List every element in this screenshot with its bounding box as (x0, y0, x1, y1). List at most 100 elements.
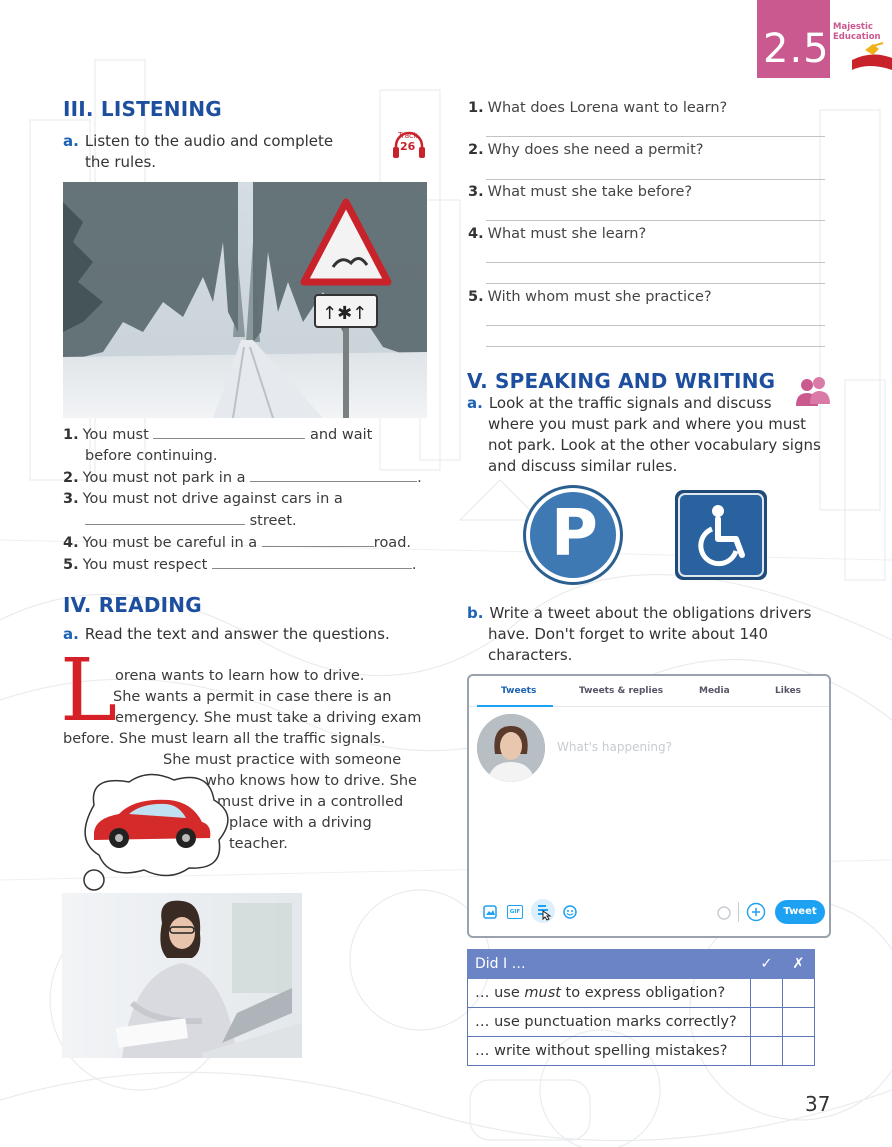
question-number: 5. (468, 289, 484, 305)
question-text: What must she take before? (487, 184, 693, 200)
instruction-line: the rules. (85, 153, 157, 171)
track-label: Track (398, 131, 418, 140)
answer-line[interactable] (486, 283, 825, 284)
blank-field[interactable] (250, 467, 418, 482)
question-text: With whom must she practice? (487, 289, 712, 305)
tab-likes[interactable]: Likes (775, 686, 801, 696)
reading-title: IV. READING (63, 593, 202, 617)
cross-cell[interactable] (782, 1007, 815, 1037)
blank-field[interactable] (211, 554, 412, 569)
check-cell[interactable] (750, 978, 783, 1008)
rule-number: 1. (63, 427, 79, 443)
instruction-letter: a. (467, 394, 483, 412)
answer-line[interactable] (486, 262, 825, 263)
svg-text:↑✱↑: ↑✱↑ (322, 303, 367, 324)
question-item: 3. What must she take before? (468, 184, 692, 200)
rule-continuation: before continuing. (85, 448, 218, 464)
instruction-text: Look at the traffic signals and discuss (488, 394, 772, 412)
snowy-road-photo: ↑✱↑ (63, 182, 427, 418)
page-number: 37 (805, 1092, 831, 1116)
rule-text: You must (82, 427, 149, 443)
self-check-table: Did I … ✓ ✗ … use must to express obliga… (467, 949, 815, 1066)
speaking-instruction-a: a. Look at the traffic signals and discus… (467, 393, 827, 477)
rule-item: 4. You must be careful in a road. (63, 532, 433, 554)
question-number: 1. (468, 100, 484, 116)
add-tweet-icon[interactable] (746, 902, 766, 922)
character-counter-icon (717, 905, 731, 920)
blank-field[interactable] (261, 532, 374, 547)
instruction-line: and discuss similar rules. (488, 457, 678, 475)
active-tab-indicator (477, 705, 553, 707)
cross-cell[interactable] (782, 978, 815, 1008)
speaking-title: V. SPEAKING AND WRITING (467, 369, 776, 393)
blank-field[interactable] (85, 510, 245, 525)
instruction-letter: b. (467, 604, 484, 622)
question-text: What must she learn? (487, 226, 647, 242)
gif-icon[interactable]: GIF (507, 905, 523, 919)
listening-title: III. LISTENING (63, 97, 222, 121)
tab-media[interactable]: Media (699, 686, 730, 696)
checklist-item: … use must to express obligation? (467, 978, 751, 1008)
headphones-icon[interactable]: Track 26 (391, 130, 427, 160)
instruction-line: a. Look at the traffic signals and discus… (467, 393, 827, 414)
check-cell[interactable] (750, 1007, 783, 1037)
answer-line[interactable] (486, 179, 825, 180)
question-text: What does Lorena want to learn? (487, 100, 728, 116)
instruction-line: where you must park and where you must (488, 415, 807, 433)
parking-sign-icon: P (521, 483, 625, 587)
tab-tweets-replies[interactable]: Tweets & replies (579, 686, 663, 696)
cross-cell[interactable] (782, 1036, 815, 1066)
checklist-item: … write without spelling mistakes? (467, 1036, 751, 1066)
rule-text: You must respect (82, 557, 208, 573)
answer-line[interactable] (486, 220, 825, 221)
avatar[interactable] (477, 714, 545, 782)
rule-item: 5. You must respect . (63, 554, 433, 576)
emoji-icon[interactable] (563, 904, 577, 919)
instruction-letter: a. (63, 132, 79, 150)
listening-rules: 1. You must and wait before continuing. 2… (63, 424, 433, 576)
instruction-line: not park. Look at the other vocabulary s… (488, 436, 821, 454)
reading-line: She must practice with someone (163, 752, 402, 768)
disabled-parking-sign-icon (674, 489, 768, 581)
checklist-emphasis: must (524, 985, 561, 1001)
check-cell[interactable] (750, 1036, 783, 1066)
rule-text: road. (373, 535, 412, 551)
rule-number: 2. (63, 470, 79, 486)
rule-text: . (417, 470, 422, 486)
rule-text: . (411, 557, 417, 573)
checklist-row: … use punctuation marks correctly? (467, 1007, 815, 1037)
instruction-line: Listen to the audio and complete (84, 132, 334, 150)
checklist-row: … use must to express obligation? (467, 978, 815, 1008)
blank-field[interactable] (153, 424, 306, 439)
woman-writing-photo (62, 893, 302, 1058)
tweet-composer: Tweets Tweets & replies Media Likes What… (467, 674, 831, 938)
rule-text: street. (249, 513, 297, 529)
question-item: 5. With whom must she practice? (468, 289, 712, 305)
answer-line[interactable] (486, 136, 825, 137)
question-number: 3. (468, 184, 484, 200)
rule-item: 3. You must not drive against cars in a (63, 489, 433, 510)
rule-text: You must be careful in a (82, 535, 258, 551)
rule-item: 1. You must and wait (63, 424, 433, 446)
instruction-text: Write a tweet about the obligations driv… (489, 604, 812, 622)
answer-line[interactable] (486, 346, 825, 347)
unit-badge: 2.5 Majestic Education (757, 0, 892, 78)
poll-icon[interactable] (531, 899, 555, 923)
rule-item: 2. You must not park in a . (63, 467, 433, 489)
tweet-input[interactable]: What's happening? (557, 740, 672, 754)
reading-line: She wants a permit in case there is an (113, 689, 392, 705)
checklist-text: … use (475, 985, 525, 1001)
question-number: 4. (468, 226, 484, 242)
section-number: 2.5 (763, 26, 830, 72)
answer-line[interactable] (486, 325, 825, 326)
tab-tweets[interactable]: Tweets (501, 686, 536, 696)
reading-line: orena wants to learn how to drive. (115, 668, 365, 684)
rule-text: You must not park in a (82, 470, 246, 486)
tweet-button[interactable]: Tweet (775, 900, 825, 924)
rule-number: 5. (63, 557, 79, 573)
reading-line: emergency. She must take a driving exam (115, 710, 422, 726)
image-icon[interactable] (483, 904, 497, 919)
instruction-text: Read the text and answer the questions. (84, 625, 390, 643)
speaking-instruction-b: b. Write a tweet about the obligations dr… (467, 603, 827, 666)
checklist-header: Did I … (467, 949, 751, 979)
